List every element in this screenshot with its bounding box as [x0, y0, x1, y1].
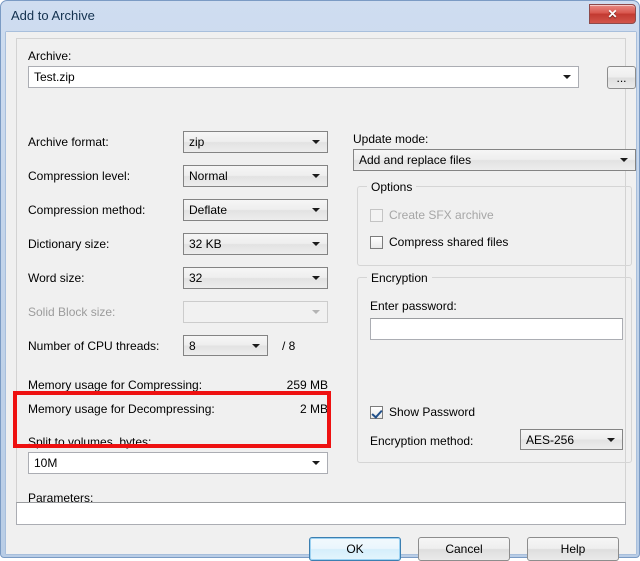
create-sfx-archive-checkbox: Create SFX archive	[370, 208, 494, 222]
encryption-group-title: Encryption	[367, 271, 432, 285]
split-volumes-value: 10M	[34, 456, 58, 470]
solid-block-size-combobox	[183, 301, 328, 323]
password-input[interactable]	[370, 318, 623, 340]
browse-button[interactable]: ...	[607, 66, 636, 89]
compression-method-value: Deflate	[189, 203, 228, 217]
update-mode-value: Add and replace files	[359, 153, 472, 167]
chevron-down-icon[interactable]	[563, 75, 571, 79]
chevron-down-icon	[312, 310, 320, 314]
settings-panel: Archive: Test.zip ... Archive format: zi…	[16, 38, 636, 508]
ok-button[interactable]: OK	[309, 537, 401, 561]
create-sfx-archive-label: Create SFX archive	[389, 208, 494, 222]
dictionary-size-combobox[interactable]: 32 KB	[183, 233, 328, 255]
dictionary-size-value: 32 KB	[189, 237, 222, 251]
compress-shared-files-label: Compress shared files	[389, 235, 509, 249]
memory-compress-value: 259 MB	[286, 378, 328, 392]
chevron-down-icon[interactable]	[312, 208, 320, 212]
options-groupbox	[357, 186, 632, 266]
word-size-value: 32	[189, 271, 203, 285]
chevron-down-icon[interactable]	[312, 140, 320, 144]
checkbox-icon[interactable]	[370, 235, 383, 249]
parameters-input[interactable]	[16, 502, 626, 525]
archive-format-combobox[interactable]: zip	[183, 131, 328, 153]
solid-block-size-label: Solid Block size:	[28, 305, 116, 319]
close-icon[interactable]: ✕	[589, 4, 636, 24]
checkbox-icon	[370, 208, 383, 222]
show-password-checkbox[interactable]: Show Password	[370, 405, 475, 419]
options-group-title: Options	[367, 180, 417, 194]
split-volumes-label: Split to volumes, bytes:	[28, 435, 152, 449]
archive-format-label: Archive format:	[28, 135, 109, 149]
encryption-method-label: Encryption method:	[370, 434, 474, 448]
compression-method-combobox[interactable]: Deflate	[183, 199, 328, 221]
word-size-combobox[interactable]: 32	[183, 267, 328, 289]
split-volumes-combobox[interactable]: 10M	[28, 452, 328, 474]
compression-level-value: Normal	[189, 169, 228, 183]
encryption-method-combobox[interactable]: AES-256	[520, 429, 623, 450]
archive-path-value: Test.zip	[34, 70, 75, 84]
archive-label: Archive:	[28, 49, 72, 63]
compression-level-combobox[interactable]: Normal	[183, 165, 328, 187]
password-label: Enter password:	[370, 299, 457, 313]
memory-decompress-label: Memory usage for Decompressing:	[28, 402, 215, 416]
help-button[interactable]: Help	[527, 537, 619, 561]
compress-shared-files-checkbox[interactable]: Compress shared files	[370, 235, 508, 249]
chevron-down-icon[interactable]	[620, 158, 628, 162]
chevron-down-icon[interactable]	[607, 437, 615, 442]
chevron-down-icon[interactable]	[312, 276, 320, 280]
chevron-down-icon[interactable]	[312, 242, 320, 246]
checkbox-checked-icon[interactable]	[370, 405, 383, 419]
cpu-threads-label: Number of CPU threads:	[28, 339, 160, 353]
cpu-threads-value: 8	[189, 338, 196, 353]
dialog-client-area: Archive: Test.zip ... Archive format: zi…	[6, 32, 636, 561]
title-bar: Add to Archive ✕	[2, 2, 640, 30]
memory-compress-label: Memory usage for Compressing:	[28, 378, 203, 392]
cpu-threads-combobox[interactable]: 8	[183, 335, 268, 356]
cpu-threads-max: / 8	[282, 339, 296, 353]
show-password-label: Show Password	[389, 405, 476, 419]
memory-decompress-value: 2 MB	[299, 402, 328, 416]
encryption-method-value: AES-256	[526, 432, 575, 447]
compression-method-label: Compression method:	[28, 203, 146, 217]
dictionary-size-label: Dictionary size:	[28, 237, 110, 251]
chevron-down-icon[interactable]	[312, 174, 320, 178]
chevron-down-icon[interactable]	[252, 343, 260, 348]
window-title: Add to Archive	[11, 8, 95, 23]
archive-path-combobox[interactable]: Test.zip	[28, 66, 579, 88]
chevron-down-icon[interactable]	[312, 461, 320, 465]
cancel-button[interactable]: Cancel	[418, 537, 510, 561]
word-size-label: Word size:	[28, 271, 85, 285]
compression-level-label: Compression level:	[28, 169, 131, 183]
update-mode-combobox[interactable]: Add and replace files	[353, 149, 636, 171]
archive-format-value: zip	[189, 135, 205, 149]
dialog-window: Add to Archive ✕ Archive: Test.zip ... A…	[0, 0, 640, 561]
update-mode-label: Update mode:	[353, 132, 429, 146]
